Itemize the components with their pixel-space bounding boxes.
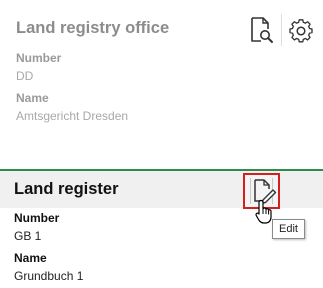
toolbar-divider bbox=[281, 14, 282, 46]
edit-button-left-divider bbox=[250, 178, 251, 204]
gear-icon[interactable] bbox=[288, 18, 314, 44]
register-number-value: GB 1 bbox=[14, 229, 42, 243]
office-number-label: Number bbox=[16, 51, 62, 65]
register-number-label: Number bbox=[14, 211, 60, 225]
edit-tooltip: Edit bbox=[272, 219, 305, 239]
land-register-title: Land register bbox=[14, 180, 119, 198]
land-registry-office-panel: Land registry office Number DD Name Amts… bbox=[0, 0, 323, 150]
office-title: Land registry office bbox=[16, 19, 170, 37]
office-name-value: Amtsgericht Dresden bbox=[16, 109, 129, 123]
office-number-value: DD bbox=[16, 69, 34, 83]
register-name-label: Name bbox=[14, 251, 47, 265]
search-document-icon[interactable] bbox=[249, 16, 275, 44]
register-name-value: Grundbuch 1 bbox=[14, 269, 84, 283]
office-name-label: Name bbox=[16, 91, 49, 105]
